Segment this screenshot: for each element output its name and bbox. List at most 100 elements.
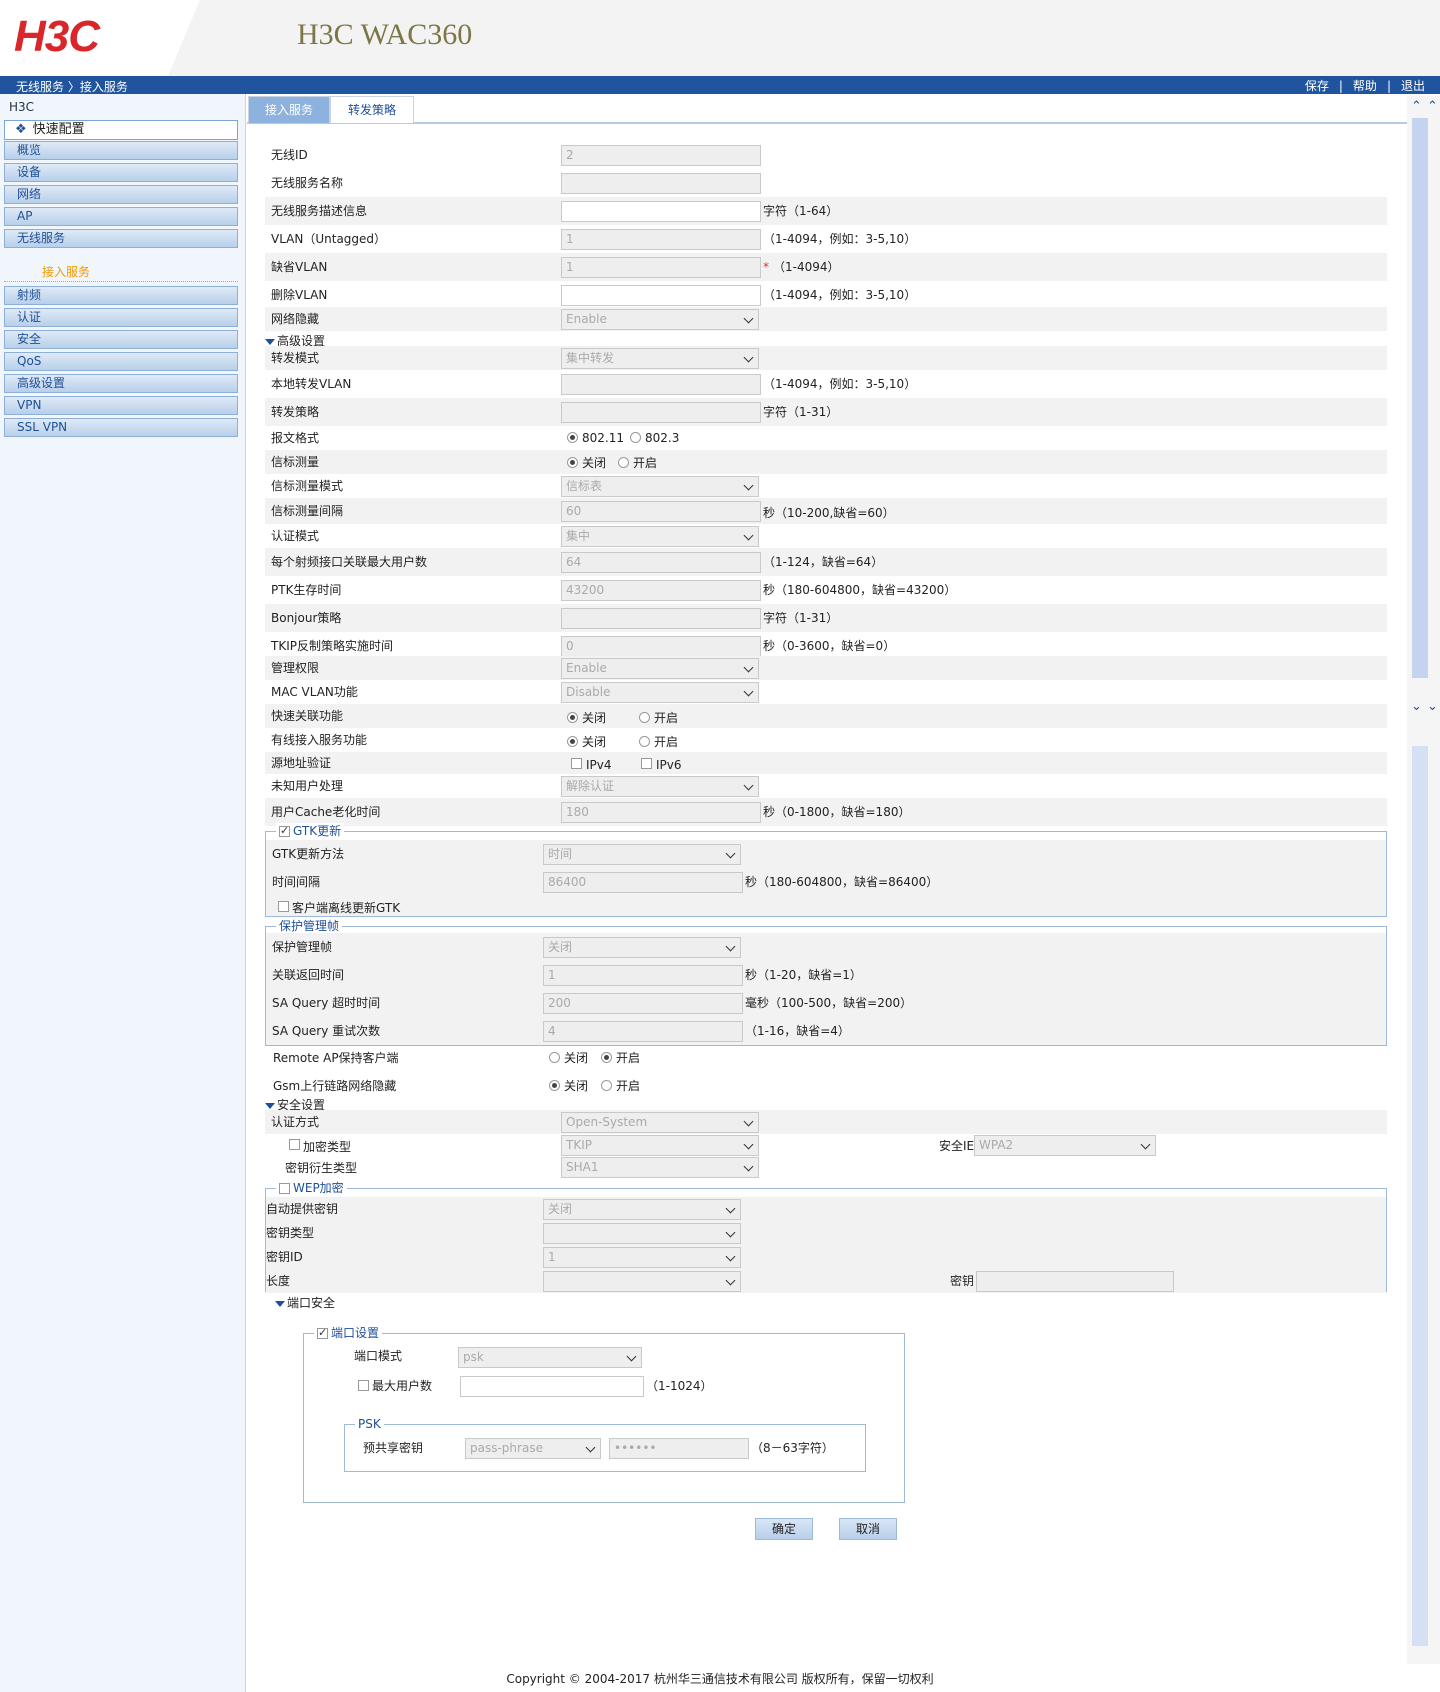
form-row: 网络隐藏 Enable: [265, 307, 1387, 331]
sidebar-subitem-access-service[interactable]: 接入服务: [42, 263, 90, 280]
main-content: 无线ID 2 无线服务名称 无线服务描述信息 字符（1-64） VLAN（Untag…: [247, 124, 1407, 1664]
max-users-checkbox[interactable]: [358, 1380, 369, 1391]
beacon-measure-off-radio[interactable]: [567, 457, 578, 468]
unknown-user-select[interactable]: 解除认证: [561, 776, 759, 797]
ipv6-checkbox[interactable]: [641, 758, 652, 769]
beacon-mode-select[interactable]: 信标表: [561, 476, 759, 497]
form-row: MAC VLAN功能 Disable: [265, 680, 1387, 704]
scroll-up-icon[interactable]: ⌃: [1411, 100, 1422, 113]
sidebar-item-qos[interactable]: QoS: [4, 352, 238, 371]
sidebar-item-overview[interactable]: 概览: [4, 141, 238, 160]
local-forward-vlan-input[interactable]: [561, 374, 761, 395]
key-derivation-select[interactable]: SHA1: [561, 1157, 759, 1178]
max-users-input[interactable]: 64: [561, 552, 761, 573]
fast-assoc-off-radio[interactable]: [567, 712, 578, 723]
port-max-users-input[interactable]: [460, 1376, 644, 1397]
service-name-input[interactable]: [561, 173, 761, 194]
help-link[interactable]: 帮助: [1353, 79, 1377, 93]
port-settings-checkbox[interactable]: [317, 1325, 328, 1341]
network-hide-select[interactable]: Enable: [561, 309, 759, 330]
sidebar-item-ap[interactable]: AP: [4, 207, 238, 226]
field-label: 快速关联功能: [271, 709, 344, 723]
scroll-down-icon[interactable]: ⌄: [1427, 700, 1438, 713]
scrollbar-thumb[interactable]: [1412, 746, 1428, 1646]
remote-ap-on-radio[interactable]: [601, 1052, 612, 1063]
beacon-measure-on-radio[interactable]: [618, 457, 629, 468]
fast-assoc-on-radio[interactable]: [639, 712, 650, 723]
wep-key-input[interactable]: [976, 1271, 1174, 1292]
tab-access-service[interactable]: 接入服务: [248, 96, 330, 123]
auth-mode-select[interactable]: 集中: [561, 526, 759, 547]
encryption-type-select[interactable]: TKIP: [561, 1135, 759, 1156]
tab-forward-policy[interactable]: 转发策略: [330, 96, 414, 123]
forward-mode-select[interactable]: 集中转发: [561, 348, 759, 369]
wired-access-on-radio[interactable]: [639, 736, 650, 747]
sidebar-item-radio[interactable]: 射频: [4, 286, 238, 305]
sidebar-item-network[interactable]: 网络: [4, 185, 238, 204]
service-desc-input[interactable]: [561, 201, 761, 222]
delete-vlan-input[interactable]: [561, 285, 761, 306]
wep-checkbox[interactable]: [279, 1183, 290, 1194]
scrollbar-thumb[interactable]: [1412, 118, 1428, 678]
sa-query-timeout-input[interactable]: 200: [543, 993, 743, 1014]
save-link[interactable]: 保存: [1305, 79, 1329, 93]
cancel-button[interactable]: 取消: [839, 1518, 897, 1540]
psk-key-input[interactable]: ••••••: [609, 1438, 749, 1459]
vlan-untagged-input[interactable]: 1: [561, 229, 761, 250]
mac-vlan-select[interactable]: Disable: [561, 682, 759, 703]
remote-ap-off-radio[interactable]: [549, 1052, 560, 1063]
form-row: VLAN（Untagged） 1 （1-4094，例如：3-5,10）: [265, 225, 1387, 253]
field-hint: 字符（1-64）: [763, 204, 839, 218]
form-row: 保护管理帧 关闭: [266, 933, 1386, 961]
logout-link[interactable]: 退出: [1401, 79, 1425, 93]
port-security-toggle[interactable]: 端口安全: [275, 1294, 335, 1311]
auth-method-select[interactable]: Open-System: [561, 1112, 759, 1133]
assoc-comeback-input[interactable]: 1: [543, 965, 743, 986]
scroll-up-icon[interactable]: ⌃: [1427, 100, 1438, 113]
quick-config-button[interactable]: ❖ 快速配置: [4, 120, 238, 140]
default-vlan-input[interactable]: 1: [561, 257, 761, 278]
psk-type-select[interactable]: pass-phrase: [465, 1438, 601, 1459]
ptk-lifetime-input[interactable]: 43200: [561, 580, 761, 601]
security-ie-select[interactable]: WPA2: [974, 1135, 1156, 1156]
gsm-hide-off-radio[interactable]: [549, 1080, 560, 1091]
sidebar-item-sslvpn[interactable]: SSL VPN: [4, 418, 238, 437]
sidebar-item-auth[interactable]: 认证: [4, 308, 238, 327]
bonjour-policy-input[interactable]: [561, 608, 761, 629]
sidebar-item-vpn[interactable]: VPN: [4, 396, 238, 415]
sidebar-item-advanced[interactable]: 高级设置: [4, 374, 238, 393]
port-mode-select[interactable]: psk: [458, 1347, 642, 1368]
scroll-down-icon[interactable]: ⌄: [1411, 700, 1422, 713]
beacon-interval-input[interactable]: 60: [561, 501, 761, 522]
sa-query-retry-input[interactable]: 4: [543, 1021, 743, 1042]
pmf-select[interactable]: 关闭: [543, 937, 741, 958]
legend-text: GTK更新: [293, 824, 342, 838]
auto-key-select[interactable]: 关闭: [543, 1199, 741, 1220]
ok-button[interactable]: 确定: [755, 1518, 813, 1540]
gsm-hide-on-radio[interactable]: [601, 1080, 612, 1091]
key-length-select[interactable]: [543, 1271, 741, 1292]
gtk-interval-input[interactable]: 86400: [543, 872, 743, 893]
encryption-checkbox[interactable]: [289, 1139, 300, 1150]
field-label: 缺省VLAN: [271, 260, 328, 274]
forward-policy-input[interactable]: [561, 402, 761, 423]
wired-access-off-radio[interactable]: [567, 736, 578, 747]
mgmt-permission-select[interactable]: Enable: [561, 658, 759, 679]
gtk-checkbox[interactable]: [279, 823, 290, 839]
scrollbar[interactable]: ⌃ ⌃ ⌄ ⌄: [1407, 96, 1440, 1664]
sidebar-item-device[interactable]: 设备: [4, 163, 238, 182]
key-type-select[interactable]: [543, 1223, 741, 1244]
frame-format-8023-radio[interactable]: [630, 432, 641, 443]
form-row: 长度 密钥: [266, 1269, 1386, 1293]
gtk-method-select[interactable]: 时间: [543, 844, 741, 865]
sidebar-item-wireless[interactable]: 无线服务: [4, 229, 238, 248]
frame-format-80211-radio[interactable]: [567, 432, 578, 443]
offline-gtk-checkbox[interactable]: [278, 901, 289, 912]
sidebar-item-security[interactable]: 安全: [4, 330, 238, 349]
key-id-select[interactable]: 1: [543, 1247, 741, 1268]
ipv4-checkbox[interactable]: [571, 758, 582, 769]
collapse-triangle-icon: [265, 1102, 275, 1109]
tkip-countermeasure-input[interactable]: 0: [561, 636, 761, 657]
user-cache-aging-input[interactable]: 180: [561, 802, 761, 823]
wireless-id-input[interactable]: 2: [561, 145, 761, 166]
